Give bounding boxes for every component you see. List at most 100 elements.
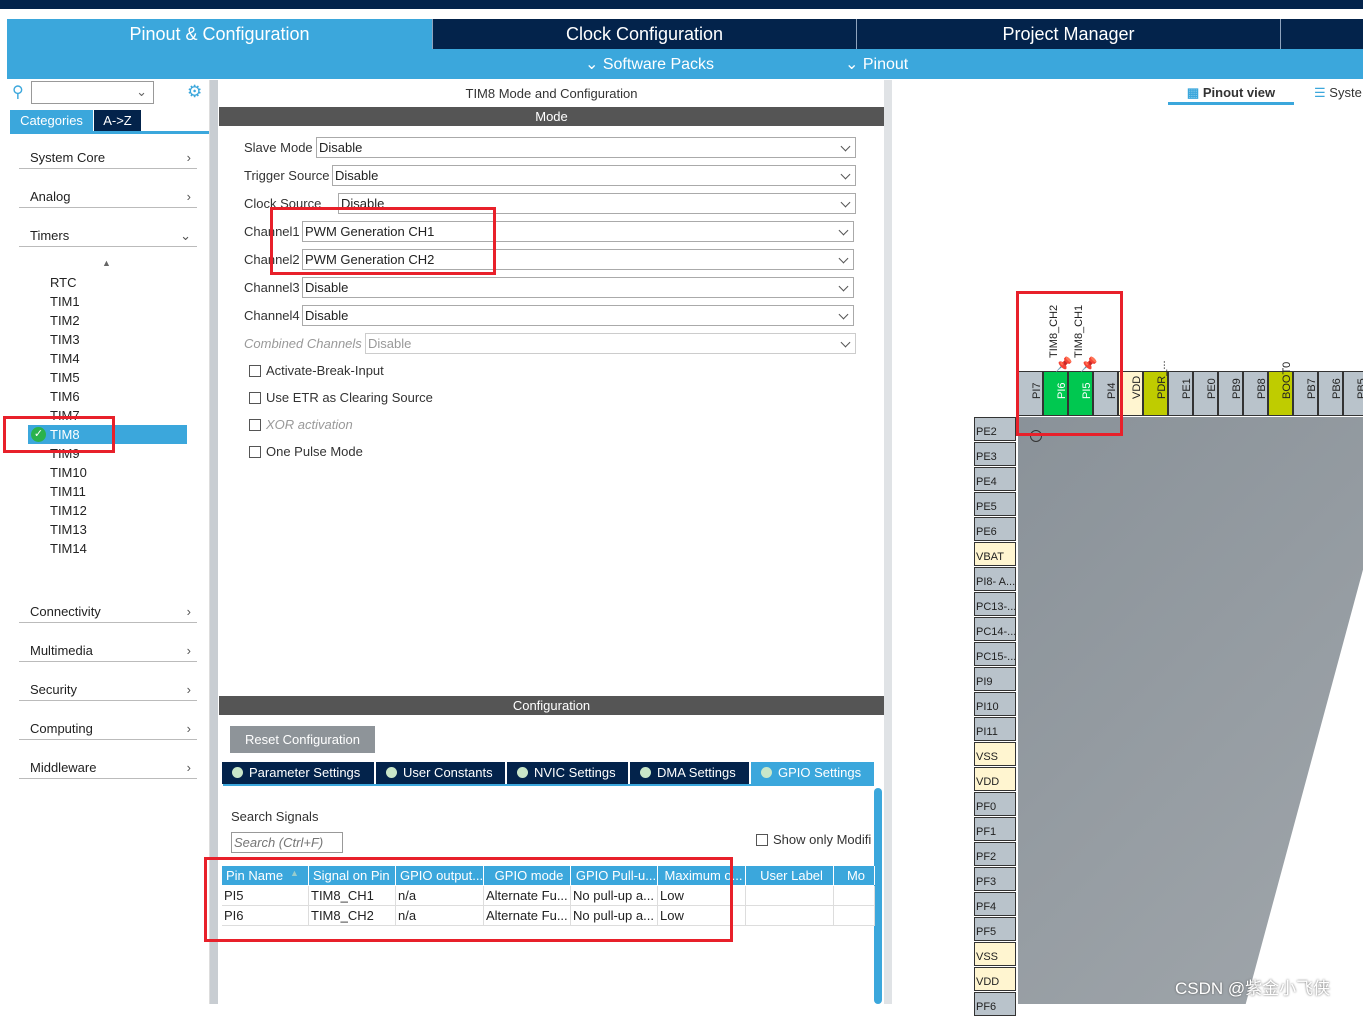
pin-pe0[interactable]: PE0 <box>1193 371 1218 416</box>
check-circle-icon <box>386 767 397 778</box>
pin-pe3[interactable]: PE3 <box>974 442 1016 466</box>
gear-icon[interactable]: ⚙ <box>187 82 202 102</box>
category-multimedia[interactable]: Multimedia› <box>19 636 197 662</box>
pin-boot0[interactable]: BOOT0 <box>1268 371 1293 416</box>
pinout-menu[interactable]: ⌄ Pinout <box>845 54 908 74</box>
mode-panel: TIM8 Mode and Configuration Mode Slave M… <box>219 80 884 692</box>
pin-pc13[interactable]: PC13-... <box>974 592 1016 616</box>
mode-header: Mode <box>219 107 884 126</box>
timer-item-tim5[interactable]: TIM5 <box>50 368 80 387</box>
tab-project-manager[interactable]: Project Manager <box>857 19 1281 49</box>
timer-item-tim2[interactable]: TIM2 <box>50 311 80 330</box>
pin-vdd[interactable]: VDD <box>974 967 1016 991</box>
column-header[interactable]: User Label <box>746 866 834 885</box>
timer-item-tim1[interactable]: TIM1 <box>50 292 80 311</box>
timer-item-tim14[interactable]: TIM14 <box>50 539 87 558</box>
category-timers[interactable]: Timers⌄ <box>19 221 197 247</box>
tab-gpio-settings[interactable]: GPIO Settings <box>751 762 875 784</box>
timer-item-rtc[interactable]: RTC <box>50 273 76 292</box>
timer-item-tim3[interactable]: TIM3 <box>50 330 80 349</box>
pin-pe4[interactable]: PE4 <box>974 467 1016 491</box>
category-middleware[interactable]: Middleware› <box>19 753 197 779</box>
checkbox-box[interactable] <box>249 446 261 458</box>
software-packs-menu[interactable]: ⌄ Software Packs <box>585 54 714 74</box>
chevron-right-icon: › <box>187 182 191 212</box>
pin-pf5[interactable]: PF5 <box>974 917 1016 941</box>
pin-pi8a[interactable]: PI8- A... <box>974 567 1016 591</box>
pin-vss[interactable]: VSS <box>974 942 1016 966</box>
tab-label: Parameter Settings <box>249 765 360 780</box>
tab-user-constants[interactable]: User Constants <box>376 762 506 784</box>
sort-icon[interactable]: ▲ <box>102 258 111 268</box>
field-label: Channel3 <box>244 277 300 299</box>
pin-pb9[interactable]: PB9 <box>1218 371 1243 416</box>
table-cell <box>746 886 834 906</box>
pin-vss[interactable]: VSS <box>974 742 1016 766</box>
category-security[interactable]: Security› <box>19 675 197 701</box>
system-view-tab[interactable]: ☰ Syste <box>1314 85 1362 101</box>
reset-configuration-button[interactable]: Reset Configuration <box>230 726 375 753</box>
field-select-slave-mode[interactable]: Disable <box>316 137 856 158</box>
pin-pe1[interactable]: PE1 <box>1168 371 1193 416</box>
pin-pc15[interactable]: PC15-... <box>974 642 1016 666</box>
pin-pe2[interactable]: PE2 <box>974 417 1016 441</box>
field-select-combined-channels: Disable <box>365 333 856 354</box>
pin-pf4[interactable]: PF4 <box>974 892 1016 916</box>
timer-item-tim6[interactable]: TIM6 <box>50 387 80 406</box>
checkbox-box[interactable] <box>249 419 261 431</box>
category-analog[interactable]: Analog› <box>19 182 197 208</box>
scrollbar[interactable] <box>874 788 882 1004</box>
field-select-channel3[interactable]: Disable <box>302 277 854 298</box>
timer-item-tim10[interactable]: TIM10 <box>50 463 87 482</box>
tab-underline <box>10 131 209 134</box>
tab-parameter-settings[interactable]: Parameter Settings <box>222 762 375 784</box>
tab-nvic-settings[interactable]: NVIC Settings <box>507 762 629 784</box>
timer-item-tim12[interactable]: TIM12 <box>50 501 87 520</box>
pin-pdr_...[interactable]: PDR_... <box>1143 371 1168 416</box>
column-header[interactable]: Mo <box>834 866 875 885</box>
pin-pf0[interactable]: PF0 <box>974 792 1016 816</box>
pin-pb7[interactable]: PB7 <box>1293 371 1318 416</box>
timer-item-tim4[interactable]: TIM4 <box>50 349 80 368</box>
timer-item-tim13[interactable]: TIM13 <box>50 520 87 539</box>
checkbox-one-pulse-mode[interactable]: One Pulse Mode <box>249 444 363 459</box>
pin-pi11[interactable]: PI11 <box>974 717 1016 741</box>
show-only-modified-checkbox[interactable]: Show only Modifi <box>756 832 874 847</box>
pin-pe5[interactable]: PE5 <box>974 492 1016 516</box>
pin-pb5[interactable]: PB5 <box>1343 371 1363 416</box>
tab-clock-configuration[interactable]: Clock Configuration <box>433 19 857 49</box>
pin-pb6[interactable]: PB6 <box>1318 371 1343 416</box>
pin-pi9[interactable]: PI9 <box>974 667 1016 691</box>
tab-label: User Constants <box>403 765 493 780</box>
category-computing[interactable]: Computing› <box>19 714 197 740</box>
pin-vdd[interactable]: VDD <box>974 767 1016 791</box>
pinout-view-tab[interactable]: ▦ Pinout view <box>1168 85 1294 105</box>
field-select-channel4[interactable]: Disable <box>302 305 854 326</box>
pin-pb8[interactable]: PB8 <box>1243 371 1268 416</box>
category-system-core[interactable]: System Core› <box>19 143 197 169</box>
pin-pc14[interactable]: PC14-... <box>974 617 1016 641</box>
tab-pinout-configuration[interactable]: Pinout & Configuration <box>7 19 433 49</box>
checkbox-box[interactable] <box>249 365 261 377</box>
checkbox-box[interactable] <box>249 392 261 404</box>
pin-pf1[interactable]: PF1 <box>974 817 1016 841</box>
pin-pf6[interactable]: PF6 <box>974 992 1016 1016</box>
category-connectivity[interactable]: Connectivity› <box>19 597 197 623</box>
search-combo[interactable]: ⌄ <box>31 81 154 104</box>
pin-pf2[interactable]: PF2 <box>974 842 1016 866</box>
search-icon: ⚲ <box>12 82 24 102</box>
pin-pi10[interactable]: PI10 <box>974 692 1016 716</box>
tab-dma-settings[interactable]: DMA Settings <box>630 762 750 784</box>
search-signals-input[interactable] <box>231 832 343 853</box>
tab-a-z[interactable]: A->Z <box>94 110 141 131</box>
pin-vbat[interactable]: VBAT <box>974 542 1016 566</box>
splitter[interactable] <box>884 80 892 1004</box>
pin-pe6[interactable]: PE6 <box>974 517 1016 541</box>
checkbox-use-etr-as-clearing-source[interactable]: Use ETR as Clearing Source <box>249 390 433 405</box>
timer-item-tim11[interactable]: TIM11 <box>50 482 86 501</box>
field-select-trigger-source[interactable]: Disable <box>332 165 856 186</box>
checkbox-xor-activation: XOR activation <box>249 417 353 432</box>
pin-pf3[interactable]: PF3 <box>974 867 1016 891</box>
tab-categories[interactable]: Categories <box>10 110 93 131</box>
checkbox-activate-break-input[interactable]: Activate-Break-Input <box>249 363 384 378</box>
